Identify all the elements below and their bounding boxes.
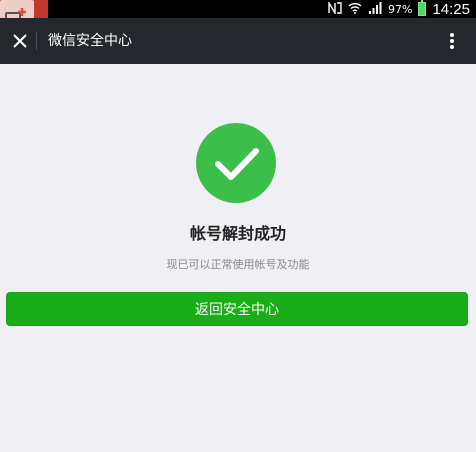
clock: 14:25 bbox=[432, 0, 470, 18]
page-title: 微信安全中心 bbox=[48, 33, 132, 49]
result-title: 帐号解封成功 bbox=[189, 224, 286, 243]
result-description: 现已可以正常使用帐号及功能 bbox=[166, 258, 310, 271]
navigation-bar: 微信安全中心 bbox=[0, 18, 476, 64]
battery-percent: 97% bbox=[388, 2, 413, 16]
wifi-icon bbox=[348, 2, 362, 17]
close-icon[interactable] bbox=[6, 27, 34, 55]
battery-icon bbox=[418, 0, 427, 16]
checkmark-circle-icon bbox=[196, 123, 276, 203]
status-bar: 97% 14:25 bbox=[0, 0, 476, 18]
return-security-center-button[interactable]: 返回安全中心 bbox=[6, 292, 468, 326]
status-indicators: 97% 14:25 bbox=[328, 0, 470, 18]
more-vertical-icon[interactable] bbox=[440, 29, 464, 53]
nav-divider bbox=[36, 32, 37, 50]
nfc-icon bbox=[328, 0, 342, 17]
signal-icon bbox=[368, 1, 382, 17]
